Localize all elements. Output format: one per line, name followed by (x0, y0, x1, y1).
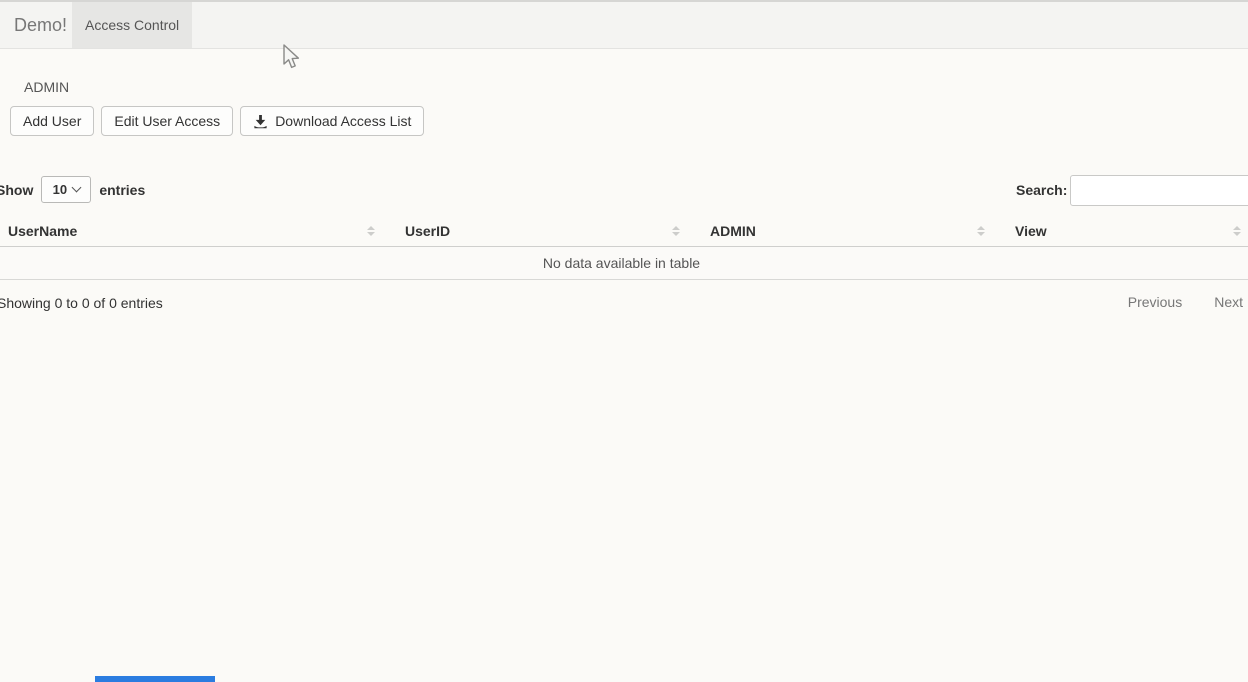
download-icon (253, 114, 268, 129)
edit-user-access-button[interactable]: Edit User Access (101, 106, 233, 136)
nav-item-access-control[interactable]: Access Control (72, 2, 192, 48)
sort-both-icon (672, 226, 680, 236)
entries-per-page-value: 10 (53, 182, 67, 197)
entries-per-page-select[interactable]: 10 (41, 176, 91, 203)
column-label: UserID (405, 223, 450, 239)
entries-label: entries (99, 182, 145, 198)
column-header-userid[interactable]: UserID (387, 215, 692, 246)
sort-both-icon (367, 226, 375, 236)
previous-page-button[interactable]: Previous (1128, 294, 1182, 310)
column-header-admin[interactable]: ADMIN (692, 215, 997, 246)
table-length-control: Show 10 entries (0, 176, 145, 203)
search-label: Search: (1016, 182, 1067, 198)
add-user-button[interactable]: Add User (10, 106, 94, 136)
column-header-username[interactable]: UserName (0, 215, 387, 246)
download-access-list-button[interactable]: Download Access List (240, 106, 424, 136)
pagination: Previous Next (1128, 294, 1243, 310)
navbar: Demo! Access Control (0, 2, 1248, 49)
show-label: Show (0, 182, 33, 198)
toolbar: Add User Edit User Access Download Acces… (10, 106, 424, 136)
access-table: UserName UserID ADMIN View No data avail… (0, 215, 1248, 280)
sort-both-icon (977, 226, 985, 236)
loading-bar (95, 676, 215, 682)
table-empty-row: No data available in table (0, 247, 1248, 280)
search-input[interactable] (1070, 175, 1248, 206)
column-header-view[interactable]: View (997, 215, 1248, 246)
sort-both-icon (1233, 226, 1241, 236)
chevron-down-icon (72, 183, 82, 193)
column-label: ADMIN (710, 223, 756, 239)
table-header-row: UserName UserID ADMIN View (0, 215, 1248, 247)
empty-message: No data available in table (543, 255, 700, 271)
tab-admin[interactable]: ADMIN (10, 70, 83, 105)
column-label: View (1015, 223, 1047, 239)
brand-link[interactable]: Demo! (14, 2, 67, 48)
download-access-list-label: Download Access List (275, 113, 411, 129)
column-label: UserName (8, 223, 77, 239)
next-page-button[interactable]: Next (1214, 294, 1243, 310)
table-info: Showing 0 to 0 of 0 entries (0, 295, 163, 311)
